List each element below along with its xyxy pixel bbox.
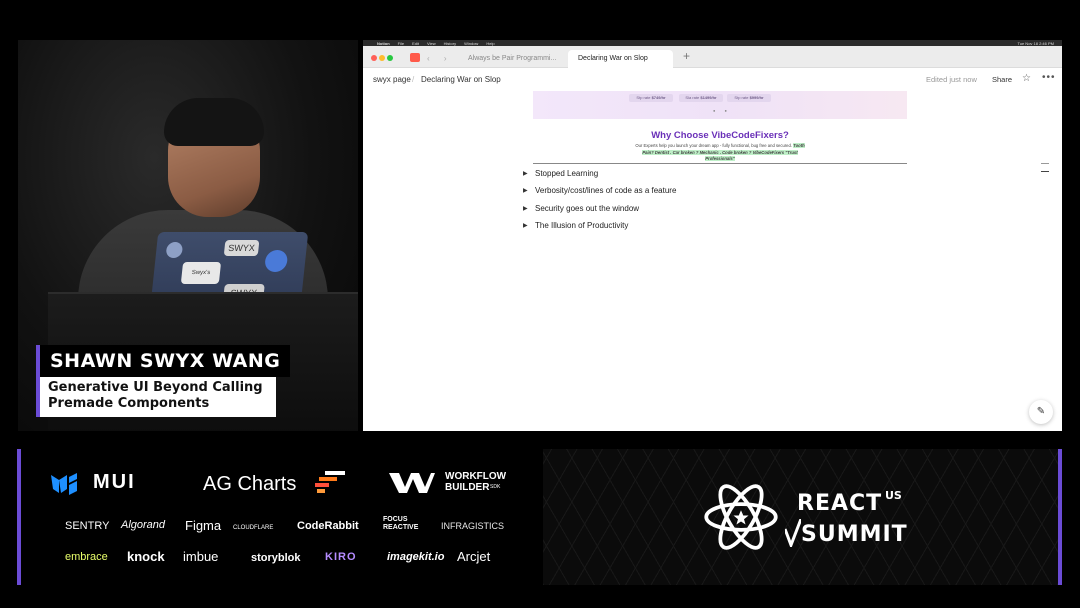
sponsor-ag-charts: AG Charts	[203, 473, 297, 495]
talk-title-line: Premade Components	[48, 396, 210, 411]
notion-topbar: swyx page / Declaring War on Slop Edited…	[363, 69, 1062, 91]
menu-item[interactable]: View	[427, 41, 436, 46]
sponsor-knock: knock	[127, 549, 165, 564]
sponsor-algorand: Algorand	[121, 519, 166, 531]
menubar-clock: Tue Nov 18 2:46 PM	[1017, 40, 1054, 46]
sponsor-builder-sdk: SDK	[490, 484, 501, 490]
background-pattern	[543, 449, 1058, 585]
price-pill: Sla rate $1499/hr	[679, 94, 723, 102]
share-button[interactable]: Share	[992, 75, 1012, 84]
minimize-window-icon[interactable]	[379, 55, 385, 61]
menu-item[interactable]: Edit	[412, 41, 419, 46]
sidebar-toggle-icon[interactable]	[410, 53, 420, 62]
toggle-arrow-icon[interactable]: ▶	[523, 170, 535, 177]
sponsor-cloudflare: CLOUDFLARE	[233, 525, 274, 531]
why-heading: Why Choose VibeCodeFixers?	[651, 130, 789, 141]
breadcrumb-item[interactable]: Declaring War on Slop	[421, 75, 501, 84]
nav-arrows-icon[interactable]: ‹ ›	[427, 54, 453, 63]
tab-bar: ‹ › Always be Pair Programmi... Declarin…	[363, 46, 1062, 68]
event-word-summit: SUMMIT	[801, 522, 908, 547]
event-branding: REACT US SUMMIT	[543, 449, 1062, 585]
summit-check-icon	[785, 519, 801, 547]
close-window-icon[interactable]	[371, 55, 377, 61]
talk-title-bar: Generative UI Beyond Calling Premade Com…	[36, 377, 276, 417]
sponsor-builder: BUILDER	[445, 482, 490, 493]
event-superscript: US	[885, 489, 902, 502]
star-icon[interactable]: ☆	[1022, 73, 1031, 84]
laptop-sticker	[165, 242, 184, 258]
menu-item[interactable]: Help	[486, 41, 494, 46]
screen-share: Notion File Edit View History Window Hel…	[363, 40, 1062, 431]
toggle-label: Stopped Learning	[535, 169, 599, 178]
notion-ai-button[interactable]: ✎	[1029, 400, 1053, 424]
sponsor-infragistics: INFRAGISTICS	[441, 521, 505, 531]
speaker-name: SHAWN SWYX WANG	[50, 350, 281, 372]
talk-title-line: Generative UI Beyond Calling	[48, 380, 263, 395]
scroll-marker	[1041, 163, 1049, 164]
toggle-arrow-icon[interactable]: ▶	[523, 187, 535, 194]
laptop-sticker: Swyx's	[180, 262, 222, 284]
sponsor-storyblok: storyblok	[251, 552, 301, 564]
speaker-hair	[164, 98, 264, 146]
sponsor-strip: MUI AG Charts WORKFLOW BUILDER SDK SENTR…	[17, 449, 536, 585]
workflow-builder-logo-icon	[389, 473, 435, 493]
toggle-block[interactable]: ▶ Verbosity/cost/lines of code as a feat…	[523, 186, 676, 195]
more-options-icon[interactable]: •••	[1042, 72, 1056, 83]
sponsor-imbue: imbue	[183, 549, 219, 564]
sponsor-mui: MUI	[93, 471, 136, 493]
toggle-label: Verbosity/cost/lines of code as a featur…	[535, 186, 677, 195]
sponsor-sentry: SENTRY	[65, 520, 110, 532]
laptop-sticker	[264, 250, 289, 272]
toggle-block[interactable]: ▶ The Illusion of Productivity	[523, 221, 628, 230]
toggle-block[interactable]: ▶ Stopped Learning	[523, 169, 598, 178]
sponsor-figma: Figma	[185, 518, 222, 533]
price-pill: Stp rate $749/hr	[629, 94, 673, 102]
edited-status: Edited just now	[926, 75, 977, 84]
maximize-window-icon[interactable]	[387, 55, 393, 61]
laptop-sticker: SWYX	[223, 240, 260, 256]
sponsor-embrace: embrace	[65, 551, 108, 563]
tab-always-be-pair-programming[interactable]: Always be Pair Programmi...	[458, 50, 568, 68]
breadcrumb-item[interactable]: swyx page	[373, 75, 411, 84]
divider	[533, 163, 907, 164]
why-body: Our Experts help you launch your dream a…	[633, 143, 807, 163]
toggle-arrow-icon[interactable]: ▶	[523, 222, 535, 229]
page-hero-image: Stp rate $749/hr Sla rate $1499/hr Stp r…	[533, 91, 907, 119]
sponsor-arcjet: Arcjet	[457, 549, 491, 564]
carousel-dots: ● ●	[713, 108, 731, 113]
speaker-video: SWYX Swyx's SWYX SHAWN SWYX WANG Generat…	[18, 40, 358, 431]
sponsor-imagekit: imagekit.io	[387, 551, 445, 563]
why-body-text: Our Experts help you launch your dream a…	[635, 143, 792, 148]
toggle-block[interactable]: ▶ Security goes out the window	[523, 204, 639, 213]
toggle-arrow-icon[interactable]: ▶	[523, 205, 535, 212]
toggle-label: Security goes out the window	[535, 204, 640, 213]
sponsor-focus-reactive: FOCUS REACTIVE	[383, 516, 419, 531]
menu-item[interactable]: Window	[464, 41, 478, 46]
mui-logo-icon	[51, 473, 77, 495]
sponsor-kiro: KIRO	[325, 551, 357, 563]
event-word-react: REACT	[797, 491, 883, 516]
price-pill: Stp rate $999/hr	[727, 94, 771, 102]
tab-declaring-war-on-slop[interactable]: Declaring War on Slop	[568, 50, 673, 68]
sponsor-workflow: WORKFLOW	[445, 471, 507, 482]
menu-item[interactable]: File	[398, 41, 404, 46]
menu-item[interactable]: History	[444, 41, 456, 46]
speaker-name-bar: SHAWN SWYX WANG	[36, 345, 291, 377]
sponsor-coderabbit: CodeRabbit	[297, 520, 359, 532]
toggle-label: The Illusion of Productivity	[535, 221, 629, 230]
react-atom-logo-icon	[704, 484, 778, 550]
new-tab-button[interactable]: +	[683, 49, 690, 63]
menu-item[interactable]: Notion	[377, 41, 390, 46]
ag-charts-bars-icon	[315, 471, 345, 493]
breadcrumb-separator: /	[412, 75, 415, 84]
scroll-marker	[1041, 171, 1049, 172]
